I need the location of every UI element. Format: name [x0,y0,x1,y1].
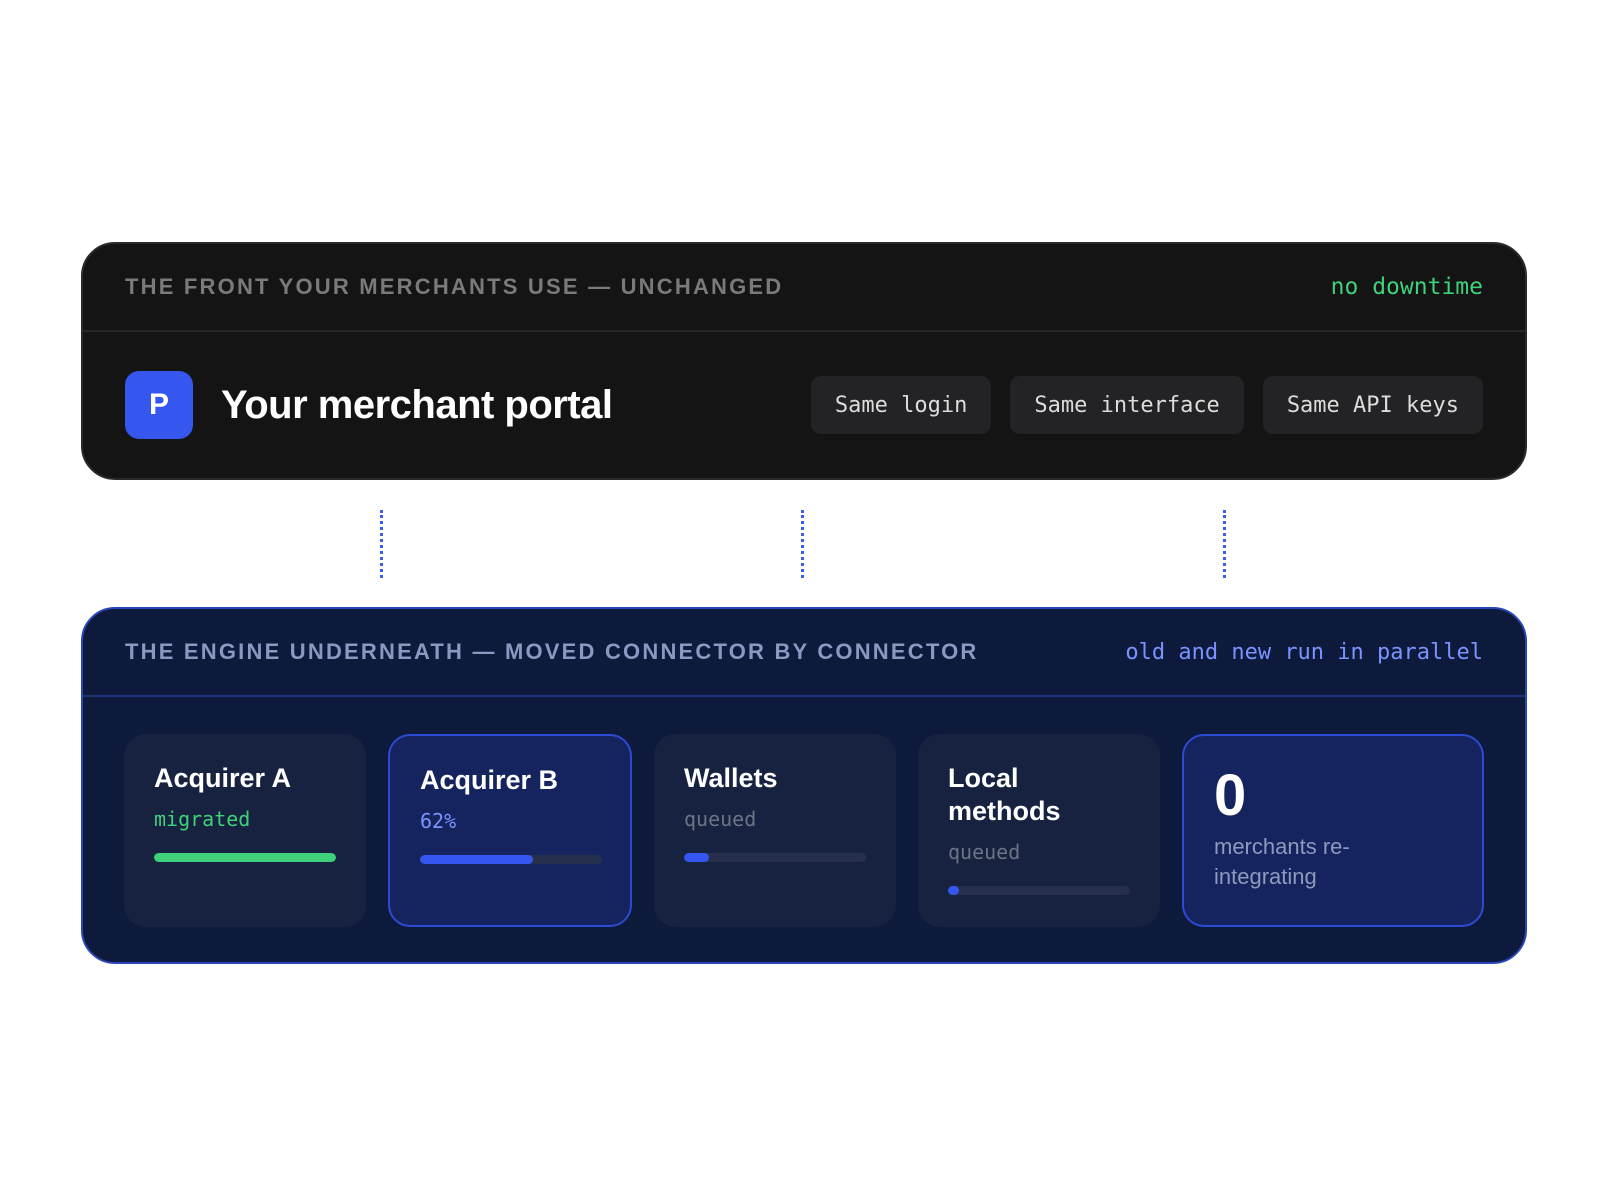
progress-bar [684,853,866,862]
connector-line-right [1223,510,1226,578]
merchants-reintegrating-stat: 0 merchants re-integrating [1182,734,1484,927]
progress-bar [948,886,1130,895]
engine-eyebrow: THE ENGINE UNDERNEATH — MOVED CONNECTOR … [125,639,979,664]
connector-card-acquirer-b: Acquirer B 62% [388,734,632,927]
connector-card-acquirer-a: Acquirer A migrated [124,734,366,927]
progress-bar-fill [948,886,959,895]
connector-cards: Acquirer A migrated Acquirer B 62% Walle… [124,734,1484,927]
engine-panel: THE ENGINE UNDERNEATH — MOVED CONNECTOR … [81,607,1527,964]
connector-card-wallets: Wallets queued [654,734,896,927]
connector-name: Acquirer B [420,765,559,795]
feature-chips: Same login Same interface Same API keys [810,376,1483,434]
portal-logo-icon: P [125,371,193,439]
connector-status: queued [684,807,757,831]
front-panel-header: THE FRONT YOUR MERCHANTS USE — UNCHANGED… [83,244,1525,332]
progress-bar-fill [154,853,336,862]
progress-bar [420,855,602,864]
engine-status-label: old and new run in parallel [1125,639,1483,665]
progress-bar [154,853,336,862]
front-eyebrow: THE FRONT YOUR MERCHANTS USE — UNCHANGED [125,274,784,299]
progress-bar-fill [420,855,533,864]
front-panel: THE FRONT YOUR MERCHANTS USE — UNCHANGED… [81,242,1527,480]
front-status-label: no downtime [1330,274,1483,300]
front-panel-body: P Your merchant portal Same login Same i… [83,332,1525,478]
connector-status: 62% [420,809,457,833]
stat-label: merchants re-integrating [1214,834,1350,889]
connector-line-center [801,510,804,578]
chip-same-api-keys: Same API keys [1262,376,1483,434]
progress-bar-fill [684,853,710,862]
portal-title: Your merchant portal [221,382,613,427]
connector-line-left [380,510,383,578]
connector-name: Acquirer A [154,763,292,793]
stat-value: 0 [1214,763,1247,828]
connector-card-local-methods: Local methods queued [918,734,1160,927]
connector-name: Wallets [684,763,778,793]
chip-same-login: Same login [810,376,992,434]
connector-name: Local methods [948,763,1061,826]
connector-status: migrated [154,807,251,831]
chip-same-interface: Same interface [1010,376,1244,434]
engine-panel-header: THE ENGINE UNDERNEATH — MOVED CONNECTOR … [83,609,1525,697]
connector-status: queued [948,840,1021,864]
